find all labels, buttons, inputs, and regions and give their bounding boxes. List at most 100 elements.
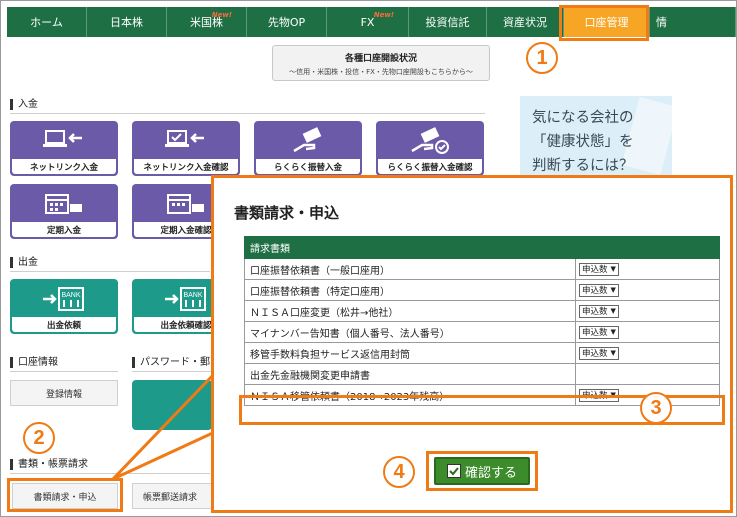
table-header-row: 請求書類 <box>244 236 720 259</box>
nav-info[interactable]: 情 <box>650 7 736 37</box>
select-value: 申込数 <box>582 349 608 359</box>
table-row: 口座振替依頼書（一般口座用） 申込数 ▼ <box>244 258 720 280</box>
select-value: 申込数 <box>582 286 608 296</box>
callout-4: 4 <box>383 456 415 488</box>
tile-label: ネットリンク入金確認 <box>134 159 238 174</box>
quantity-select[interactable]: 申込数 ▼ <box>579 325 619 339</box>
document-request-popup: 書類請求・申込 請求書類 口座振替依頼書（一般口座用） 申込数 ▼ 口座振替依頼書… <box>211 175 733 513</box>
ad-line-3: 判断するには？ <box>532 158 634 174</box>
table-row: 出金先金融機関変更申請書 <box>244 363 720 385</box>
tile-easy-transfer-deposit-confirm[interactable]: らくらく振替入金確認 <box>376 121 484 176</box>
quantity-select[interactable]: 申込数 ▼ <box>579 262 619 276</box>
account-status-button[interactable]: 各種口座開設状況 〜信用・米国株・投信・FX・先物口座開設もこちらから〜 <box>272 45 490 81</box>
empty-cell <box>575 363 720 385</box>
quantity-select[interactable]: 申込数 ▼ <box>579 283 619 297</box>
withdraw-section-title: 出金 <box>10 257 38 268</box>
bank-arrow-check-icon: BANK <box>165 287 206 311</box>
callout-3: 3 <box>640 392 672 424</box>
calendar-money-check-icon <box>167 194 204 214</box>
nav-mutual-funds-label: 投資信託 <box>425 16 470 29</box>
tile-netlink-deposit-confirm[interactable]: ネットリンク入金確認 <box>132 121 240 176</box>
account-status-title: 各種口座開設状況 <box>344 54 417 64</box>
tile-netlink-deposit[interactable]: ネットリンク入金 <box>10 121 118 176</box>
nav-futures-options[interactable]: 先物OP <box>247 7 327 37</box>
ad-line-1: 気になる会社の <box>532 110 634 126</box>
highlight-confirm-button <box>426 451 538 491</box>
bank-text: BANK <box>61 292 80 299</box>
chevron-down-icon: ▼ <box>610 265 616 273</box>
nav-fx[interactable]: FX New! <box>327 7 409 37</box>
highlight-account-management <box>559 5 649 41</box>
chevron-down-icon: ▼ <box>610 328 616 336</box>
popup-title: 書類請求・申込 <box>234 204 340 222</box>
tile-label: 定期入金 <box>12 222 116 237</box>
tile-password[interactable] <box>132 380 212 430</box>
callout-2: 2 <box>23 422 55 454</box>
divider <box>10 113 485 114</box>
account-status-subtitle: 〜信用・米国株・投信・FX・先物口座開設もこちらから〜 <box>289 68 473 76</box>
tile-scheduled-deposit[interactable]: 定期入金 <box>10 184 118 239</box>
nav-assets[interactable]: 資産状況 <box>487 7 564 37</box>
callout-2-number: 2 <box>33 426 45 449</box>
new-badge: New! <box>211 11 232 19</box>
nav-japan-stocks[interactable]: 日本株 <box>87 7 167 37</box>
calendar-money-icon <box>45 194 82 214</box>
document-name: マイナンバー告知書（個人番号、法人番号） <box>244 321 576 343</box>
callout-1: 1 <box>526 42 558 74</box>
quantity-select[interactable]: 申込数 ▼ <box>579 346 619 360</box>
callout-4-number: 4 <box>393 460 405 483</box>
divider <box>10 271 210 272</box>
nav-mutual-funds[interactable]: 投資信託 <box>409 7 487 37</box>
tile-easy-transfer-deposit[interactable]: らくらく振替入金 <box>254 121 362 176</box>
nav-futures-options-label: 先物OP <box>267 16 306 29</box>
laptop-arrow-icon <box>43 130 82 147</box>
select-value: 申込数 <box>582 307 608 317</box>
hand-card-check-icon <box>411 127 449 154</box>
table-row: 口座振替依頼書（特定口座用） 申込数 ▼ <box>244 279 720 301</box>
callout-3-number: 3 <box>650 396 662 419</box>
screenshot-frame: ホーム 日本株 米国株 New! 先物OP FX New! 投資信託 資産状況 口座… <box>0 0 737 517</box>
table-header: 請求書類 <box>244 236 720 259</box>
select-value: 申込数 <box>582 265 608 275</box>
nav-assets-label: 資産状況 <box>503 16 547 29</box>
registration-info-button[interactable]: 登録情報 <box>10 380 118 406</box>
document-name: 移管手数料負担サービス返信用封筒 <box>244 342 576 364</box>
nav-us-stocks[interactable]: 米国株 New! <box>167 7 247 37</box>
table-row: マイナンバー告知書（個人番号、法人番号） 申込数 ▼ <box>244 321 720 343</box>
document-name: ＮＩＳＡ口座変更（松井→他社） <box>244 300 576 322</box>
laptop-check-arrow-icon <box>165 130 204 147</box>
ad-line-2: 「健康状態」を <box>532 134 634 150</box>
table-row: ＮＩＳＡ口座変更（松井→他社） 申込数 ▼ <box>244 300 720 322</box>
table-row: 移管手数料負担サービス返信用封筒 申込数 ▼ <box>244 342 720 364</box>
select-value: 申込数 <box>582 328 608 338</box>
tile-label: ネットリンク入金 <box>12 159 116 174</box>
deposit-section-title: 入金 <box>10 99 38 110</box>
tile-withdraw-request[interactable]: BANK 出金依頼 <box>10 279 118 334</box>
nav-fx-label: FX <box>360 15 375 29</box>
account-info-section-title: 口座情報 <box>10 357 58 368</box>
nav-home[interactable]: ホーム <box>7 7 87 37</box>
tile-label: 出金依頼 <box>12 317 116 332</box>
divider <box>10 473 210 474</box>
nav-japan-stocks-label: 日本株 <box>110 16 143 29</box>
password-section-title: パスワード・郵 <box>132 357 210 368</box>
documents-section-title: 書類・帳票請求 <box>10 459 88 470</box>
callout-1-number: 1 <box>536 46 548 69</box>
tile-label: らくらく振替入金確認 <box>378 159 482 174</box>
document-name: 口座振替依頼書（一般口座用） <box>244 258 576 280</box>
ad-banner[interactable]: 気になる会社の 「健康状態」を 判断するには？ <box>520 96 672 181</box>
document-name: 出金先金融機関変更申請書 <box>244 363 576 385</box>
divider <box>10 371 118 372</box>
chevron-down-icon: ▼ <box>610 349 616 357</box>
quantity-select[interactable]: 申込数 ▼ <box>579 304 619 318</box>
bank-arrow-icon: BANK <box>43 287 84 311</box>
nav-info-label: 情 <box>656 16 667 29</box>
tile-label: らくらく振替入金 <box>256 159 360 174</box>
nav-home-label: ホーム <box>30 16 63 29</box>
divider <box>132 371 212 372</box>
highlight-document-request <box>7 478 123 512</box>
chevron-down-icon: ▼ <box>610 307 616 315</box>
new-badge: New! <box>373 11 394 19</box>
document-table: 請求書類 口座振替依頼書（一般口座用） 申込数 ▼ 口座振替依頼書（特定口座用） … <box>244 236 720 406</box>
bank-text: BANK <box>183 292 202 299</box>
